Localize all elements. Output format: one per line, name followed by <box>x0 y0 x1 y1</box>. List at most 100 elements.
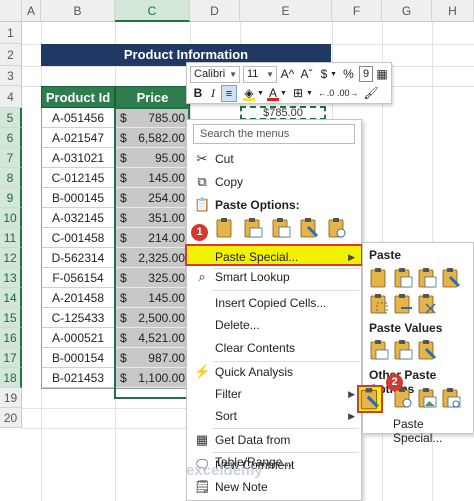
menu-item-quick-analysis[interactable]: ⚡ Quick Analysis <box>187 361 361 383</box>
menu-item-smart-lookup[interactable]: ⌕ Smart Lookup <box>187 266 361 288</box>
row-header-1[interactable]: 1 <box>0 22 22 44</box>
row-header-5[interactable]: 5 <box>0 108 22 128</box>
row-header-12[interactable]: 12 <box>0 248 22 268</box>
menu-item-insert-copied[interactable]: Insert Copied Cells... <box>187 292 361 314</box>
product-id-cell[interactable]: B-000154 <box>41 348 115 368</box>
paste-column-widths-icon[interactable] <box>393 293 413 315</box>
column-header-a[interactable]: A <box>22 0 41 22</box>
paste-icon[interactable] <box>369 267 389 289</box>
paste-formulas-icon[interactable] <box>271 217 291 239</box>
search-menus-input[interactable]: Search the menus <box>193 124 355 144</box>
header-product-id[interactable]: Product Id <box>41 86 115 108</box>
row-header-18[interactable]: 18 <box>0 368 22 388</box>
menu-item-filter[interactable]: Filter ▶ <box>187 383 361 405</box>
header-price[interactable]: Price <box>115 86 190 108</box>
menu-item-paste-special[interactable]: Paste Special... ▶ <box>185 244 363 266</box>
row-header-3[interactable]: 3 <box>0 66 22 86</box>
italic-button[interactable]: I <box>207 85 219 102</box>
column-header-g[interactable]: G <box>382 0 432 22</box>
menu-item-copy[interactable]: ⧉ Copy <box>187 171 361 193</box>
chevron-down-icon[interactable]: ▼ <box>330 66 337 83</box>
paste-no-borders-icon[interactable] <box>369 293 389 315</box>
product-id-cell[interactable]: C-012145 <box>41 168 115 188</box>
table-icon: ▦ <box>195 432 209 447</box>
paste-values-icon[interactable] <box>369 339 389 361</box>
product-id-cell[interactable]: A-000521 <box>41 328 115 348</box>
paste-link-icon[interactable] <box>327 217 347 239</box>
paste-clipboard-icon[interactable] <box>215 217 235 239</box>
select-all-corner[interactable] <box>0 0 22 22</box>
paste-values-123-icon[interactable] <box>243 217 263 239</box>
paste-picture-icon[interactable] <box>417 387 437 409</box>
format-table-icon[interactable]: ▦ <box>375 66 389 83</box>
product-id-cell[interactable]: B-000145 <box>41 188 115 208</box>
row-header-4[interactable]: 4 <box>0 86 22 108</box>
row-header-19[interactable]: 19 <box>0 388 22 408</box>
column-header-e[interactable]: E <box>240 0 332 22</box>
paste-formulas-number-format-icon[interactable] <box>417 267 437 289</box>
format-painter-icon[interactable]: 🖌 <box>363 85 379 102</box>
decrease-decimal-icon[interactable]: .00→ <box>337 85 359 102</box>
product-id-cell[interactable]: D-562314 <box>41 248 115 268</box>
increase-decimal-icon[interactable]: ←.0 <box>317 85 335 102</box>
paste-formulas-icon[interactable] <box>393 267 413 289</box>
menu-item-get-data[interactable]: ▦ Get Data from Table/Range... <box>187 429 361 469</box>
copy-marquee[interactable]: $785.00 <box>240 106 326 120</box>
paste-linked-picture-icon[interactable] <box>441 387 461 409</box>
chevron-down-icon[interactable]: ▼ <box>306 85 313 102</box>
percent-format-button[interactable]: % <box>340 66 357 83</box>
product-id-cell[interactable]: A-051456 <box>41 108 115 128</box>
align-center-icon[interactable]: ≡ <box>221 85 237 102</box>
row-header-6[interactable]: 6 <box>0 128 22 148</box>
paste-values-source-formatting-icon[interactable] <box>417 339 437 361</box>
submenu-paste-special-link[interactable]: Paste Special... <box>393 417 473 445</box>
product-id-cell[interactable]: F-056154 <box>41 268 115 288</box>
paste-values-number-format-icon[interactable] <box>393 339 413 361</box>
shrink-font-icon[interactable]: Aˇ <box>298 66 315 83</box>
row-header-2[interactable]: 2 <box>0 44 22 66</box>
paste-formatting-icon[interactable] <box>357 385 383 413</box>
bold-button[interactable]: B <box>191 85 205 102</box>
row-header-10[interactable]: 10 <box>0 208 22 228</box>
paste-formatting-icon[interactable] <box>299 217 319 239</box>
row-header-13[interactable]: 13 <box>0 268 22 288</box>
row-header-7[interactable]: 7 <box>0 148 22 168</box>
column-header-h[interactable]: H <box>432 0 474 22</box>
font-size-box[interactable]: 11 ▼ <box>243 66 277 83</box>
column-header-c[interactable]: C <box>115 0 190 22</box>
product-id-cell[interactable]: B-021453 <box>41 368 115 388</box>
paste-transpose-icon[interactable] <box>417 293 437 315</box>
menu-item-cut[interactable]: ✂ Cut <box>187 148 361 170</box>
row-header-16[interactable]: 16 <box>0 328 22 348</box>
row-header-17[interactable]: 17 <box>0 348 22 368</box>
column-header-f[interactable]: F <box>332 0 382 22</box>
menu-item-sort[interactable]: Sort ▶ <box>187 405 361 427</box>
product-id-cell[interactable]: A-032145 <box>41 208 115 228</box>
chevron-down-icon[interactable]: ▼ <box>280 85 287 102</box>
currency-format-button[interactable]: $ <box>318 66 330 83</box>
font-color-icon[interactable]: A <box>266 85 280 102</box>
grow-font-icon[interactable]: A^ <box>279 66 296 83</box>
product-id-cell[interactable]: A-201458 <box>41 288 115 308</box>
row-header-15[interactable]: 15 <box>0 308 22 328</box>
chevron-down-icon[interactable]: ▼ <box>257 85 264 102</box>
menu-item-new-note[interactable]: 🗒 New Note <box>187 476 361 498</box>
menu-item-delete[interactable]: Delete... <box>187 314 361 336</box>
borders-icon[interactable]: ⊞ <box>290 85 306 102</box>
row-header-11[interactable]: 11 <box>0 228 22 248</box>
product-id-cell[interactable]: C-125433 <box>41 308 115 328</box>
row-header-9[interactable]: 9 <box>0 188 22 208</box>
row-header-8[interactable]: 8 <box>0 168 22 188</box>
product-id-cell[interactable]: C-001458 <box>41 228 115 248</box>
menu-item-clear-contents[interactable]: Clear Contents <box>187 337 361 359</box>
product-id-cell[interactable]: A-031021 <box>41 148 115 168</box>
column-header-b[interactable]: B <box>41 0 115 22</box>
comma-style-icon[interactable]: 9 <box>359 66 373 82</box>
column-header-d[interactable]: D <box>190 0 240 22</box>
row-header-14[interactable]: 14 <box>0 288 22 308</box>
paste-keep-source-formatting-icon[interactable] <box>441 267 461 289</box>
font-name-box[interactable]: Calibri ▼ <box>190 66 240 83</box>
product-id-cell[interactable]: A-021547 <box>41 128 115 148</box>
row-header-20[interactable]: 20 <box>0 408 22 428</box>
fill-color-icon[interactable]: ◈ <box>241 85 257 102</box>
